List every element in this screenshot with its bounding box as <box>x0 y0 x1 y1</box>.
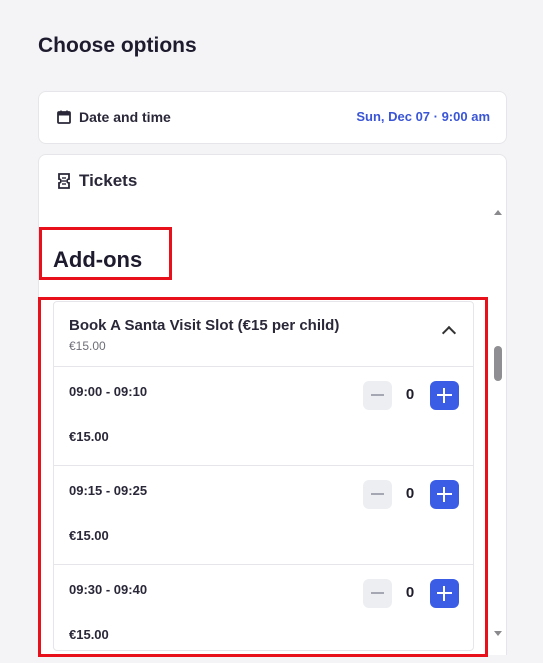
date-time-label: Date and time <box>79 109 171 125</box>
addon-highlight-box <box>38 297 488 657</box>
date-time-row[interactable]: Date and time Sun, Dec 07 · 9:00 am <box>38 91 507 144</box>
scroll-down-arrow-icon[interactable] <box>494 631 502 636</box>
scrollbar[interactable] <box>491 210 505 645</box>
addons-title: Add-ons <box>53 247 143 272</box>
ticket-icon <box>58 173 70 189</box>
calendar-icon <box>57 110 71 124</box>
scroll-thumb[interactable] <box>494 346 502 381</box>
tickets-label: Tickets <box>79 171 138 190</box>
scroll-up-arrow-icon[interactable] <box>494 210 502 215</box>
page-title: Choose options <box>38 34 197 57</box>
date-time-value[interactable]: Sun, Dec 07 · 9:00 am <box>356 109 490 124</box>
